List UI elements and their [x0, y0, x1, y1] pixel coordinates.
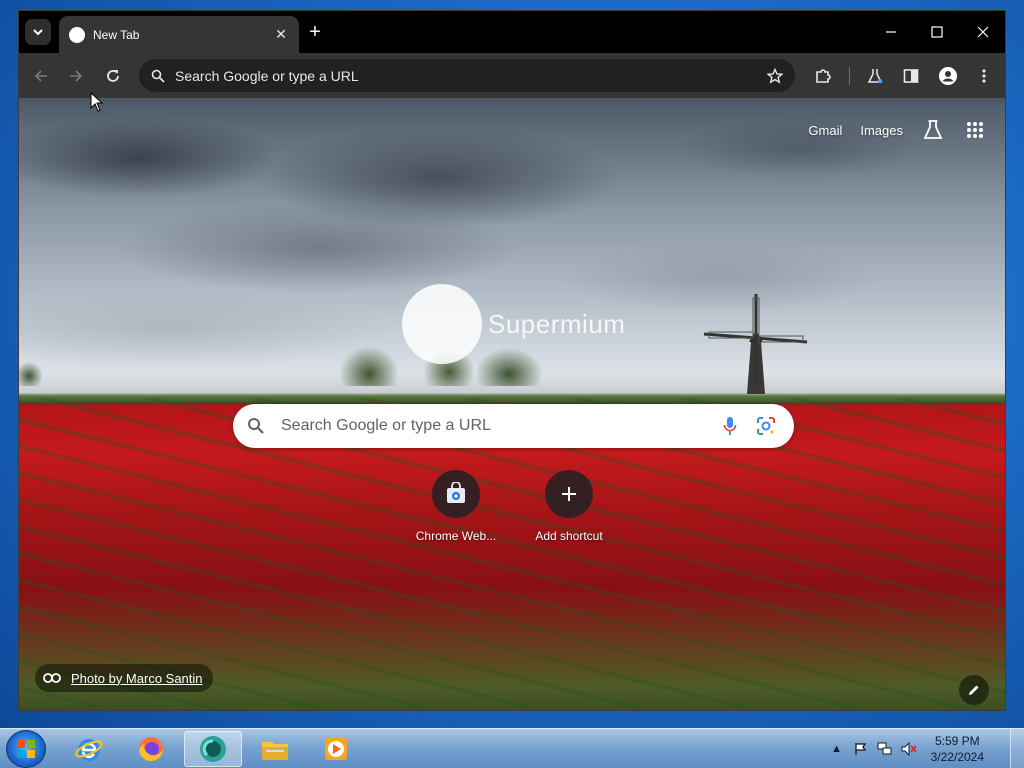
gmail-link[interactable]: Gmail — [808, 123, 842, 138]
side-panel-icon — [903, 69, 919, 83]
bookmark-star-button[interactable] — [761, 62, 789, 90]
volume-muted-icon[interactable] — [901, 741, 917, 757]
folder-icon — [262, 742, 288, 760]
windows-logo-icon — [17, 740, 35, 758]
apps-grid-icon — [967, 122, 983, 138]
menu-button[interactable] — [971, 63, 997, 89]
title-bar: New Tab ✕ + — [19, 11, 1005, 53]
profile-button[interactable] — [935, 63, 961, 89]
logo-mark — [402, 284, 482, 364]
network-icon[interactable] — [877, 741, 893, 757]
omnibox-text: Search Google or type a URL — [175, 67, 359, 84]
labs-button[interactable] — [862, 63, 888, 89]
minimize-button[interactable] — [875, 19, 907, 45]
forward-button[interactable] — [63, 63, 89, 89]
ntp-search-placeholder: Search Google or type a URL — [281, 417, 491, 434]
arrow-left-icon — [34, 70, 47, 82]
microphone-icon — [723, 417, 737, 435]
side-panel-button[interactable] — [898, 63, 924, 89]
tab-search-button[interactable] — [25, 19, 51, 45]
taskbar-internet-explorer[interactable] — [60, 731, 118, 767]
photo-credit[interactable]: Photo by Marco Santin — [35, 664, 213, 692]
media-player-icon — [325, 738, 347, 760]
logo-text: Supermium — [488, 308, 626, 339]
close-icon — [977, 26, 989, 38]
new-tab-page: Gmail Images Supermium Search Google or … — [19, 98, 1005, 710]
supermium-favicon-icon — [69, 26, 85, 43]
supermium-icon — [200, 736, 226, 762]
start-button[interactable] — [6, 730, 46, 768]
link-icon — [43, 673, 61, 683]
shortcut-chrome-web-store[interactable]: Chrome Web... — [400, 470, 512, 543]
toolbar-divider — [849, 67, 850, 85]
internet-explorer-icon — [75, 739, 103, 761]
shortcut-label: Add shortcut — [535, 529, 603, 543]
ntp-search-box[interactable]: Search Google or type a URL — [233, 404, 794, 448]
more-vertical-icon — [982, 69, 986, 83]
mouse-pointer-icon — [90, 92, 104, 112]
search-icon — [248, 418, 264, 434]
action-center-flag-icon[interactable] — [853, 741, 869, 757]
reload-icon — [107, 70, 119, 82]
shortcut-tile — [432, 470, 480, 518]
reload-button[interactable] — [100, 63, 126, 89]
show-desktop-button[interactable] — [1010, 729, 1024, 768]
supermium-logo: Supermium — [402, 284, 632, 364]
new-tab-button[interactable]: + — [303, 20, 327, 44]
system-tray: ▲ 5:59 PM 3/22/2024 — [829, 729, 984, 768]
plus-icon — [562, 487, 576, 501]
search-icon — [151, 69, 165, 83]
shortcut-label: Chrome Web... — [415, 529, 497, 543]
omnibox[interactable]: Search Google or type a URL — [139, 59, 795, 92]
customize-button[interactable] — [959, 675, 989, 705]
show-hidden-icons-button[interactable]: ▲ — [829, 741, 845, 757]
voice-search-button[interactable] — [716, 412, 744, 440]
top-links: Gmail Images — [808, 118, 987, 142]
lens-search-button[interactable] — [752, 412, 780, 440]
pencil-icon — [969, 685, 979, 695]
taskbar-file-explorer[interactable] — [246, 731, 304, 767]
system-clock[interactable]: 5:59 PM 3/22/2024 — [931, 733, 984, 765]
camera-lens-icon — [757, 417, 775, 435]
toolbar: Search Google or type a URL — [19, 53, 1005, 98]
extensions-button[interactable] — [810, 63, 836, 89]
images-link[interactable]: Images — [860, 123, 903, 138]
flask-icon — [923, 120, 943, 139]
arrow-right-icon — [70, 70, 83, 82]
web-store-icon — [447, 482, 465, 503]
windmill-image — [703, 294, 808, 394]
tab-close-icon[interactable]: ✕ — [273, 26, 289, 43]
shortcut-tile — [545, 470, 593, 518]
maximize-button[interactable] — [921, 19, 953, 45]
taskbar-firefox[interactable] — [122, 731, 180, 767]
flask-icon — [867, 69, 883, 83]
tab-new-tab[interactable]: New Tab ✕ — [59, 16, 299, 53]
star-icon — [767, 67, 783, 84]
taskbar-media-player[interactable] — [308, 731, 366, 767]
labs-page-button[interactable] — [921, 118, 945, 142]
clock-time: 5:59 PM — [934, 734, 980, 748]
firefox-icon — [139, 737, 163, 761]
google-apps-button[interactable] — [963, 118, 987, 142]
tab-title: New Tab — [93, 27, 140, 42]
windows-taskbar: ▲ 5:59 PM 3/22/2024 — [0, 728, 1024, 768]
avatar-icon — [939, 67, 957, 85]
clock-date: 3/22/2024 — [930, 750, 984, 764]
shortcut-add[interactable]: Add shortcut — [513, 470, 625, 543]
browser-window: New Tab ✕ + Search Google or type a URL — [18, 10, 1006, 711]
puzzle-icon — [816, 69, 831, 83]
taskbar-supermium[interactable] — [184, 731, 242, 767]
photo-credit-text[interactable]: Photo by Marco Santin — [71, 671, 203, 686]
close-window-button[interactable] — [967, 19, 999, 45]
maximize-icon — [931, 26, 943, 38]
back-button[interactable] — [28, 63, 54, 89]
chevron-down-icon — [33, 29, 43, 36]
minimize-icon — [886, 31, 896, 33]
